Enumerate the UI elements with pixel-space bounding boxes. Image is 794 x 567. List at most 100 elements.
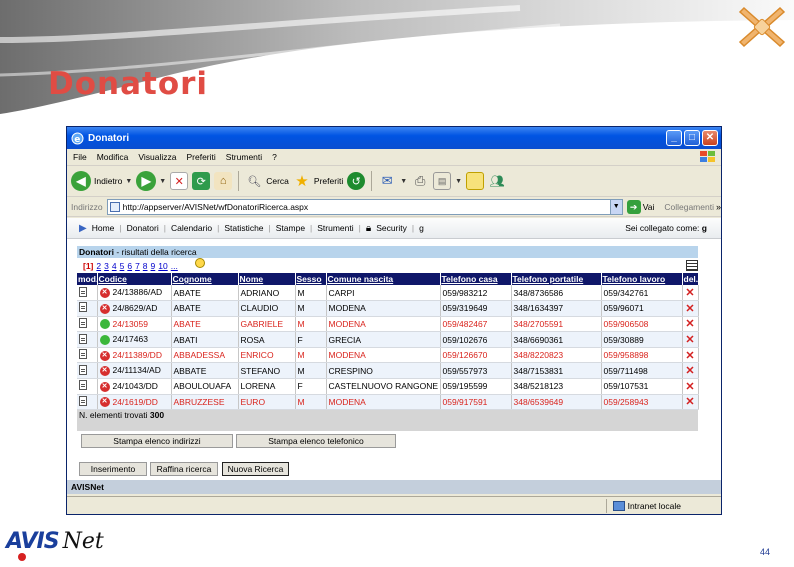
delete-cell[interactable]: ✕	[682, 362, 699, 380]
delete-cell[interactable]: ✕	[682, 331, 699, 348]
edit-cell[interactable]	[77, 285, 98, 302]
delete-icon[interactable]: ✕	[685, 350, 694, 362]
edit-cell[interactable]	[77, 347, 98, 364]
menu-help[interactable]: ?	[272, 152, 277, 162]
table-row[interactable]: ✕ 24/13886/AD ABATE ADRIANO M CARPI 059/983212…	[77, 285, 699, 302]
address-input[interactable]: http://appserver/AVISNet/wfDonatoriRicer…	[106, 198, 623, 215]
delete-cell[interactable]: ✕	[682, 285, 699, 302]
delete-icon[interactable]: ✕	[685, 318, 694, 330]
edit-cell[interactable]	[77, 316, 98, 333]
warning-icon[interactable]	[194, 257, 205, 268]
refine-search-button[interactable]: Raffina ricerca	[150, 462, 218, 476]
delete-icon[interactable]: ✕	[685, 365, 694, 377]
table-row[interactable]: ✕ 24/11134/AD ABBATE STEFANO M CRESPINO 059/55…	[77, 362, 699, 380]
nav-strumenti[interactable]: Strumenti	[317, 223, 353, 233]
new-search-button[interactable]: Nuova Ricerca	[222, 462, 289, 476]
document-icon[interactable]	[79, 395, 87, 406]
pager-link[interactable]: ...	[171, 261, 178, 271]
delete-cell[interactable]: ✕	[682, 394, 699, 411]
delete-icon[interactable]: ✕	[685, 287, 694, 299]
pager-link[interactable]: 9	[151, 261, 156, 271]
menu-modifica[interactable]: Modifica	[97, 152, 129, 162]
delete-cell[interactable]: ✕	[682, 378, 699, 395]
document-icon[interactable]	[79, 364, 87, 375]
pager-link[interactable]: 10	[158, 261, 167, 271]
nav-security[interactable]: Security	[376, 223, 407, 233]
table-row[interactable]: 24/17463 ABATI ROSA F GRECIA 059/102676 348/66…	[77, 331, 699, 348]
nav-donatori[interactable]: Donatori	[127, 223, 159, 233]
edit-cell[interactable]	[77, 378, 98, 395]
maximize-button[interactable]: □	[684, 130, 700, 146]
messenger-icon[interactable]: 👥︎	[488, 172, 506, 190]
menu-file[interactable]: File	[73, 152, 87, 162]
close-window-button[interactable]: ✕	[702, 130, 718, 146]
col-tel-lav[interactable]: Telefono lavoro	[601, 273, 683, 285]
grid-settings-icon[interactable]	[686, 260, 698, 271]
delete-icon[interactable]: ✕	[685, 396, 694, 408]
edit-icon[interactable]: ▤	[433, 172, 452, 190]
document-icon[interactable]	[79, 302, 87, 313]
document-icon[interactable]	[79, 286, 87, 297]
col-sesso[interactable]: Sesso	[295, 273, 327, 285]
go-button[interactable]: ➔ Vai	[626, 199, 654, 214]
edit-cell[interactable]	[77, 300, 98, 317]
edit-cell[interactable]	[77, 331, 98, 348]
table-row[interactable]: 24/13059 ABATE GABRIELE M MODENA 059/482467 34…	[77, 316, 699, 333]
back-button[interactable]: ◀ Indietro ▼	[71, 171, 132, 191]
nav-calendario[interactable]: Calendario	[171, 223, 212, 233]
menu-visualizza[interactable]: Visualizza	[138, 152, 176, 162]
col-comune[interactable]: Comune nascita	[326, 273, 441, 285]
pager-link[interactable]: 2	[96, 261, 101, 271]
chevron-right-icon[interactable]: »	[716, 202, 721, 212]
col-tel-casa[interactable]: Telefono casa	[440, 273, 512, 285]
col-tel-port[interactable]: Telefono portatile	[511, 273, 602, 285]
favorites-button[interactable]: ★ Preferiti	[293, 172, 343, 190]
delete-cell[interactable]: ✕	[682, 347, 699, 364]
delete-icon[interactable]: ✕	[685, 334, 694, 346]
minimize-button[interactable]: _	[666, 130, 682, 146]
print-icon[interactable]: ⎙	[411, 172, 429, 190]
nav-statistiche[interactable]: Statistiche	[224, 223, 263, 233]
home-icon[interactable]: ⌂	[214, 172, 233, 190]
nav-stampe[interactable]: Stampe	[276, 223, 305, 233]
document-icon[interactable]	[79, 333, 87, 344]
print-addresses-button[interactable]: Stampa elenco indirizzi	[81, 434, 233, 448]
col-nome[interactable]: Nome	[238, 273, 296, 285]
col-codice[interactable]: Codice	[97, 273, 172, 285]
delete-icon[interactable]: ✕	[685, 381, 694, 393]
menu-strumenti[interactable]: Strumenti	[226, 152, 262, 162]
refresh-icon[interactable]: ⟳	[192, 172, 211, 190]
table-row[interactable]: ✕ 24/8629/AD ABATE CLAUDIO M MODENA 059/319649…	[77, 300, 699, 317]
pager-link[interactable]: 8	[143, 261, 148, 271]
nav-extra[interactable]: g	[419, 223, 424, 233]
table-row[interactable]: ✕ 24/1619/DD ABRUZZESE EURO M MODENA 059/91759…	[77, 394, 699, 411]
insert-button[interactable]: Inserimento	[79, 462, 147, 476]
pager-link[interactable]: 5	[120, 261, 125, 271]
history-icon[interactable]: ↺	[347, 172, 366, 190]
links-button[interactable]: Collegamenti	[664, 202, 714, 212]
mail-icon[interactable]: ✉	[378, 172, 396, 190]
table-row[interactable]: ✕ 24/11389/DD ABBADESSA ENRICO M MODENA 059/12…	[77, 347, 699, 364]
print-phones-button[interactable]: Stampa elenco telefonico	[236, 434, 396, 448]
search-button[interactable]: 🔍︎ Cerca	[245, 172, 289, 190]
pager-link[interactable]: 6	[127, 261, 132, 271]
menu-preferiti[interactable]: Preferiti	[186, 152, 215, 162]
delete-icon[interactable]: ✕	[685, 303, 694, 315]
document-icon[interactable]	[79, 317, 87, 328]
stop-icon[interactable]: ✕	[170, 172, 189, 190]
col-cognome[interactable]: Cognome	[171, 273, 239, 285]
document-icon[interactable]	[79, 349, 87, 360]
nav-home[interactable]: Home	[92, 223, 115, 233]
pager-link[interactable]: 3	[104, 261, 109, 271]
edit-cell[interactable]	[77, 362, 98, 380]
chevron-down-icon[interactable]: ▼	[609, 199, 622, 214]
pager-link[interactable]: 4	[112, 261, 117, 271]
edit-cell[interactable]	[77, 394, 98, 411]
delete-cell[interactable]: ✕	[682, 300, 699, 317]
delete-cell[interactable]: ✕	[682, 316, 699, 333]
pager-link[interactable]: 7	[135, 261, 140, 271]
table-row[interactable]: ✕ 24/1043/DD ABOULOUAFA LORENA F CASTELNUOVO …	[77, 378, 699, 395]
document-icon[interactable]	[79, 380, 87, 391]
discuss-icon[interactable]	[466, 172, 485, 190]
forward-button[interactable]: ▶ ▼	[136, 171, 166, 191]
